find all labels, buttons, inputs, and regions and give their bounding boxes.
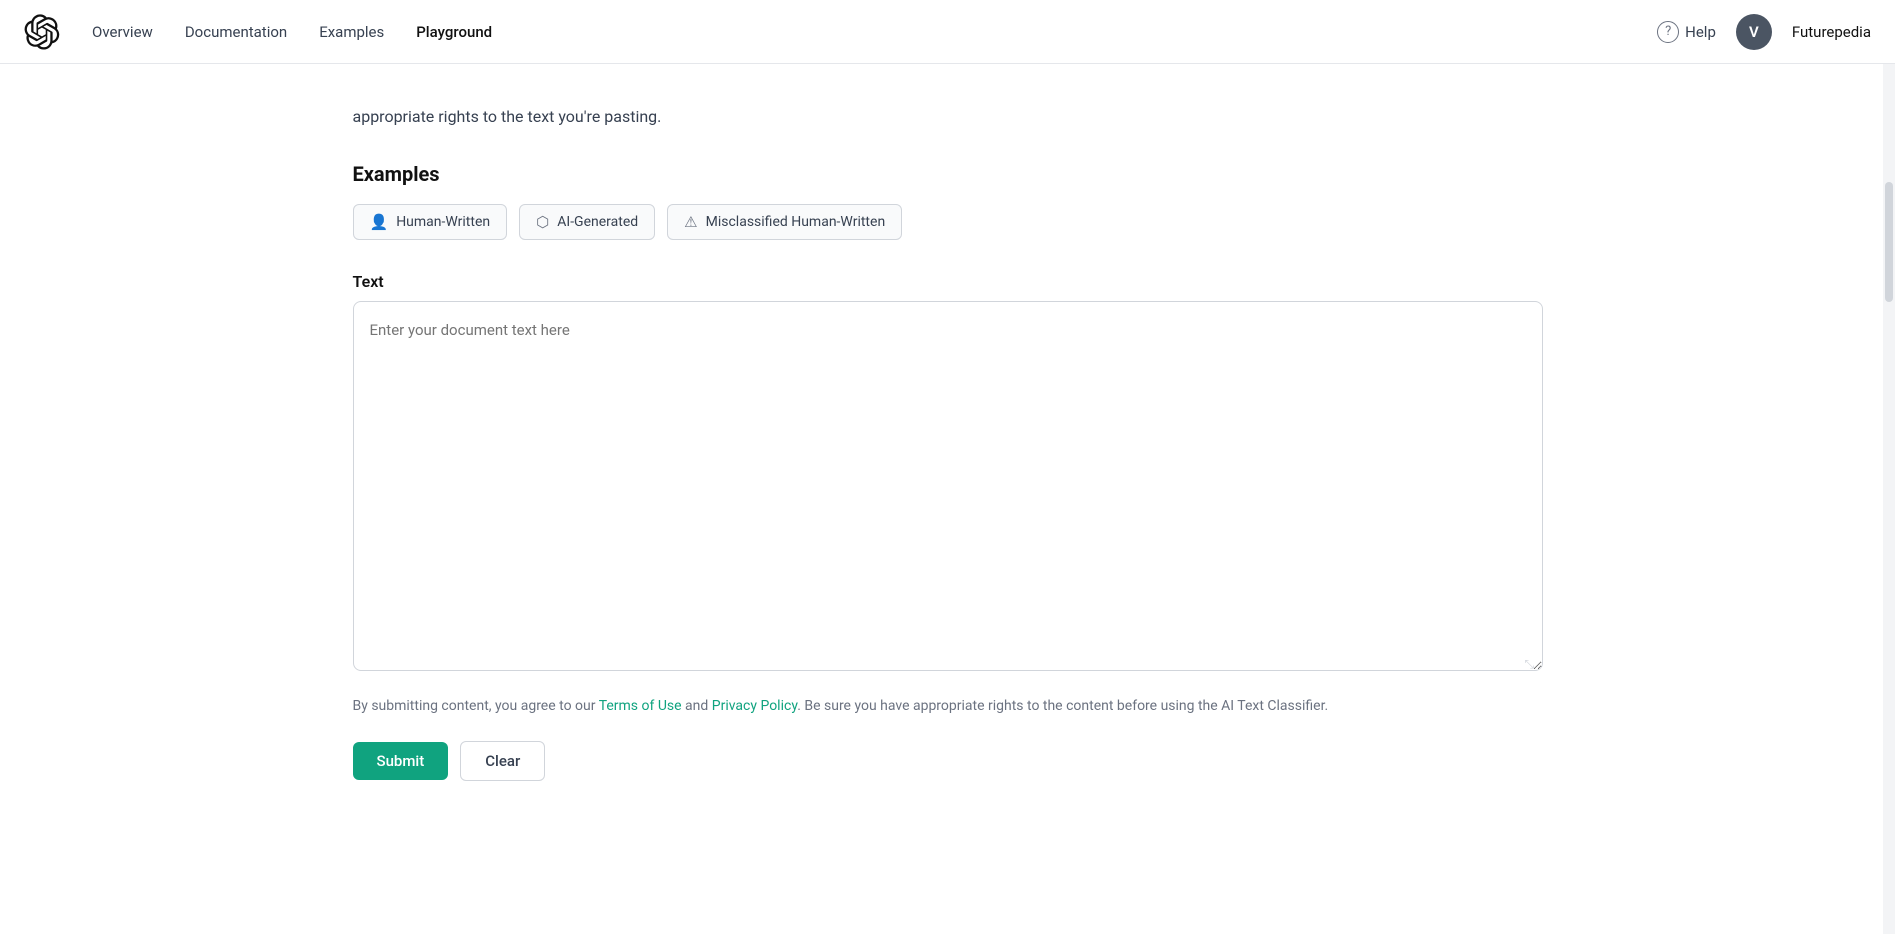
nav-links: Overview Documentation Examples Playgrou…: [92, 23, 1657, 41]
examples-heading: Examples: [353, 162, 1543, 186]
user-name: Futurepedia: [1792, 23, 1871, 41]
scrollbar-thumb[interactable]: [1885, 182, 1893, 302]
logo[interactable]: [24, 14, 60, 50]
example-human-written[interactable]: 👤 Human-Written: [353, 204, 508, 240]
clear-button[interactable]: Clear: [460, 741, 545, 781]
help-label: Help: [1685, 23, 1716, 41]
submit-button[interactable]: Submit: [353, 742, 449, 780]
text-heading: Text: [353, 272, 1543, 291]
user-initial: V: [1749, 23, 1759, 41]
text-section: Text ⤡: [353, 272, 1543, 675]
examples-section: Examples 👤 Human-Written ⬡ AI-Generated …: [353, 162, 1543, 240]
misclassified-icon: ⚠: [684, 213, 697, 231]
example-misclassified[interactable]: ⚠ Misclassified Human-Written: [667, 204, 902, 240]
help-icon: ?: [1657, 21, 1679, 43]
terms-link[interactable]: Terms of Use: [599, 698, 682, 714]
ai-generated-icon: ⬡: [536, 213, 549, 231]
nav-overview[interactable]: Overview: [92, 23, 153, 41]
partial-text: appropriate rights to the text you're pa…: [353, 104, 1543, 130]
human-written-label: Human-Written: [396, 214, 490, 230]
avatar[interactable]: V: [1736, 14, 1772, 50]
main-content: appropriate rights to the text you're pa…: [313, 64, 1583, 821]
text-area-wrapper: ⤡: [353, 301, 1543, 675]
disclaimer-prefix: By submitting content, you agree to our: [353, 698, 599, 714]
disclaimer-suffix: . Be sure you have appropriate rights to…: [797, 698, 1328, 714]
action-buttons: Submit Clear: [353, 741, 1543, 781]
privacy-link[interactable]: Privacy Policy: [712, 698, 797, 714]
navigation: Overview Documentation Examples Playgrou…: [0, 0, 1895, 64]
nav-examples[interactable]: Examples: [319, 23, 384, 41]
human-written-icon: 👤: [370, 213, 389, 231]
disclaimer: By submitting content, you agree to our …: [353, 695, 1543, 717]
help-button[interactable]: ? Help: [1657, 21, 1716, 43]
misclassified-label: Misclassified Human-Written: [706, 214, 886, 230]
example-ai-generated[interactable]: ⬡ AI-Generated: [519, 204, 655, 240]
disclaimer-and: and: [682, 698, 712, 714]
nav-documentation[interactable]: Documentation: [185, 23, 287, 41]
nav-right: ? Help V Futurepedia: [1657, 14, 1871, 50]
scrollbar[interactable]: [1883, 0, 1895, 934]
ai-generated-label: AI-Generated: [557, 214, 638, 230]
examples-row: 👤 Human-Written ⬡ AI-Generated ⚠ Misclas…: [353, 204, 1543, 240]
document-textarea[interactable]: [353, 301, 1543, 671]
nav-playground[interactable]: Playground: [416, 23, 492, 41]
